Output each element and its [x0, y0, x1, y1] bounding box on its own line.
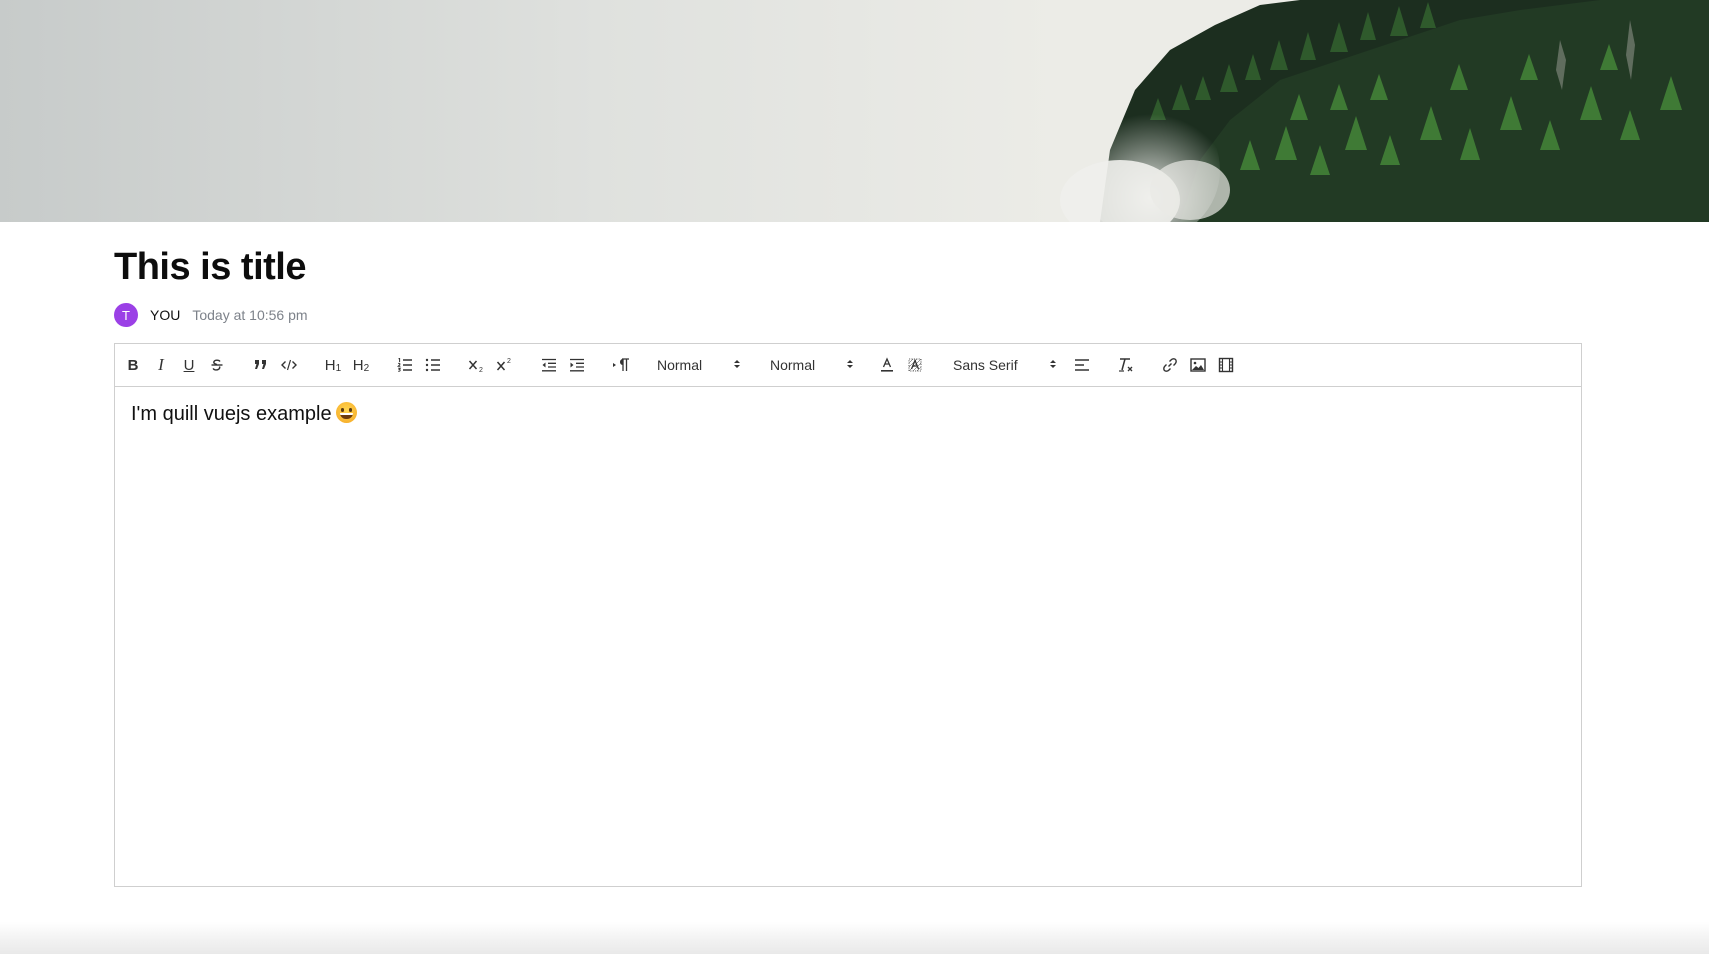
underline-button[interactable]: U	[177, 354, 201, 376]
indent-icon	[570, 358, 584, 372]
text-direction-button[interactable]	[609, 354, 633, 376]
h2-label: H	[352, 356, 364, 374]
link-button[interactable]	[1158, 354, 1182, 376]
clear-format-button[interactable]	[1114, 354, 1138, 376]
strikethrough-icon	[211, 359, 223, 371]
text-color-icon	[881, 357, 893, 372]
rtl-paragraph-icon	[613, 358, 629, 371]
svg-text:2: 2	[507, 358, 511, 365]
updown-caret-icon	[1050, 360, 1056, 368]
header-picker[interactable]: Normal	[770, 354, 854, 376]
align-left-icon	[1075, 359, 1089, 371]
header-2-button[interactable]: H2	[349, 354, 373, 376]
bullet-list-button[interactable]	[421, 354, 445, 376]
h1-label: H	[324, 356, 336, 374]
video-button[interactable]	[1214, 354, 1238, 376]
editor-content[interactable]: I'm quill vuejs example	[115, 387, 1581, 441]
code-icon	[281, 359, 297, 371]
updown-caret-icon	[734, 360, 740, 368]
subscript-icon: 2	[468, 360, 483, 373]
updown-caret-icon	[847, 360, 853, 368]
header-1-button[interactable]: H1	[321, 354, 345, 376]
page-meta: T YOU Today at 10:56 pm	[114, 303, 308, 327]
ordered-list-button[interactable]	[393, 354, 417, 376]
font-picker-label: Sans Serif	[953, 357, 1018, 373]
editor-text: I'm quill vuejs example	[131, 403, 332, 425]
clear-formatting-icon	[1119, 358, 1133, 372]
align-button[interactable]	[1070, 354, 1094, 376]
highlight-color-icon	[908, 358, 922, 372]
indent-button[interactable]	[565, 354, 589, 376]
h2-sub: 2	[363, 362, 370, 374]
rich-text-editor: B I U H1 H2 2 2 Normal Normal Sans Serif…	[114, 343, 1582, 887]
italic-button[interactable]: I	[149, 354, 173, 376]
link-icon	[1163, 358, 1177, 372]
superscript-icon: 2	[496, 358, 511, 371]
outdent-icon	[542, 358, 556, 372]
subscript-button[interactable]: 2	[465, 354, 489, 376]
size-picker[interactable]: Normal	[657, 354, 741, 376]
quote-icon	[255, 360, 266, 369]
timestamp: Today at 10:56 pm	[192, 307, 308, 323]
background-color-button[interactable]	[903, 354, 927, 376]
superscript-button[interactable]: 2	[493, 354, 517, 376]
bullet-list-icon	[425, 358, 440, 372]
image-icon	[1190, 358, 1206, 372]
forest-cliff-illustration	[0, 0, 1709, 222]
avatar: T	[114, 303, 138, 327]
strike-button[interactable]	[205, 354, 229, 376]
svg-text:2: 2	[479, 367, 483, 373]
author-name: YOU	[150, 307, 181, 323]
ordered-list-icon	[397, 358, 412, 372]
text-color-button[interactable]	[875, 354, 899, 376]
bold-button[interactable]: B	[121, 354, 145, 376]
size-picker-label: Normal	[657, 357, 703, 373]
header-picker-label: Normal	[770, 357, 816, 373]
page-title[interactable]: This is title	[114, 246, 306, 289]
cover-image	[0, 0, 1709, 222]
code-block-button[interactable]	[277, 354, 301, 376]
blockquote-button[interactable]	[249, 354, 273, 376]
editor-toolbar: B I U H1 H2 2 2 Normal Normal Sans Serif	[115, 344, 1581, 387]
grinning-face-emoji-icon	[335, 402, 357, 423]
bottom-divider	[0, 922, 1709, 954]
video-icon	[1218, 357, 1234, 373]
h1-sub: 1	[335, 362, 342, 374]
image-button[interactable]	[1186, 354, 1210, 376]
font-picker[interactable]: Sans Serif	[953, 354, 1057, 376]
outdent-button[interactable]	[537, 354, 561, 376]
